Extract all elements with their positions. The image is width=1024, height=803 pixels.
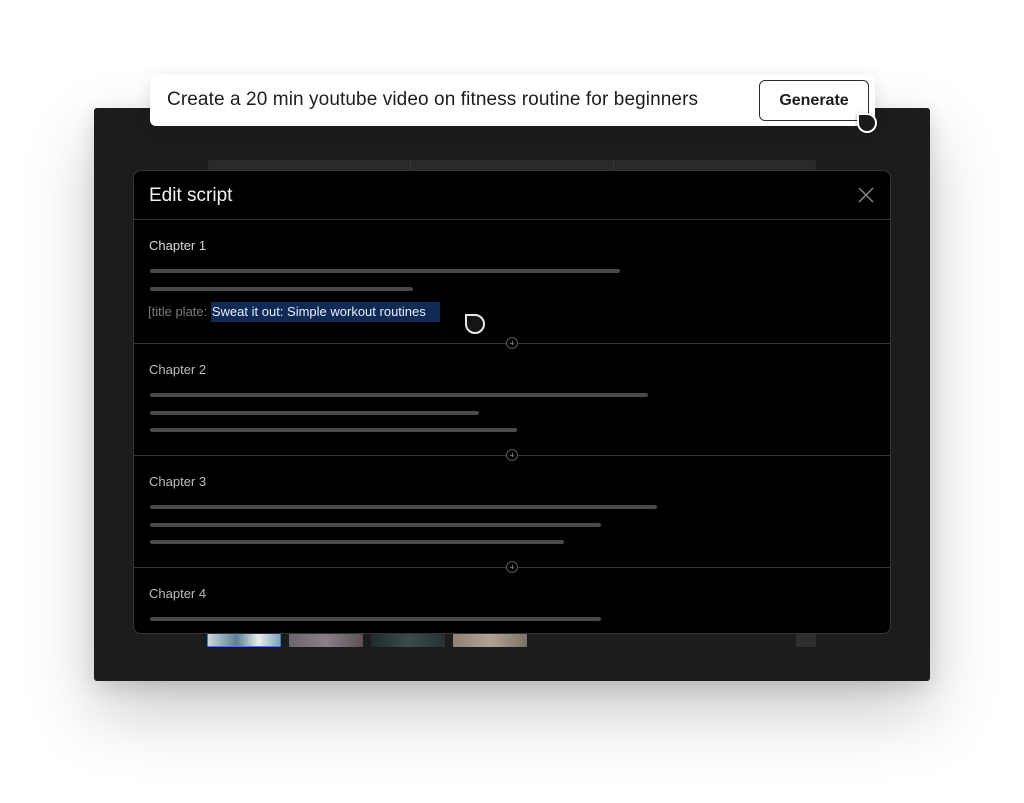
generate-button[interactable]: Generate <box>759 80 869 121</box>
close-icon <box>858 187 874 203</box>
add-chapter-icon[interactable] <box>506 561 518 573</box>
script-text-line[interactable] <box>150 428 517 432</box>
script-text-line[interactable] <box>150 393 648 397</box>
script-text-line[interactable] <box>150 411 479 415</box>
cursor-icon <box>857 113 877 133</box>
prompt-input[interactable]: Create a 20 min youtube video on fitness… <box>167 89 698 111</box>
chapter-label: Chapter 1 <box>149 238 207 253</box>
prompt-bar: Create a 20 min youtube video on fitness… <box>150 75 875 126</box>
modal-title: Edit script <box>149 185 233 206</box>
script-text-line[interactable] <box>150 523 601 527</box>
script-text-line[interactable] <box>150 269 620 273</box>
title-plate[interactable]: [title plate: Sweat it out: Simple worko… <box>148 302 440 322</box>
chapter-label: Chapter 3 <box>149 474 207 489</box>
title-plate-prefix: [title plate: <box>148 304 211 319</box>
edit-script-modal: Edit script Chapter 1 [title plate: Swea… <box>133 170 891 634</box>
add-chapter-icon[interactable] <box>506 449 518 461</box>
script-text-line[interactable] <box>150 287 413 291</box>
chapter-label: Chapter 2 <box>149 362 207 377</box>
add-chapter-icon[interactable] <box>506 337 518 349</box>
chapter-section: Chapter 4 <box>134 568 890 633</box>
selected-text[interactable]: Sweat it out: Simple workout routines <box>210 302 440 322</box>
chapter-section: Chapter 1 [title plate: Sweat it out: Si… <box>134 220 890 344</box>
script-text-line[interactable] <box>150 505 657 509</box>
cursor-icon <box>465 314 485 334</box>
script-text-line[interactable] <box>150 617 601 621</box>
close-button[interactable] <box>856 185 876 205</box>
chapter-section: Chapter 3 <box>134 456 890 568</box>
chapter-section: Chapter 2 <box>134 344 890 456</box>
modal-header: Edit script <box>134 171 890 220</box>
script-text-line[interactable] <box>150 540 564 544</box>
chapter-label: Chapter 4 <box>149 586 207 601</box>
